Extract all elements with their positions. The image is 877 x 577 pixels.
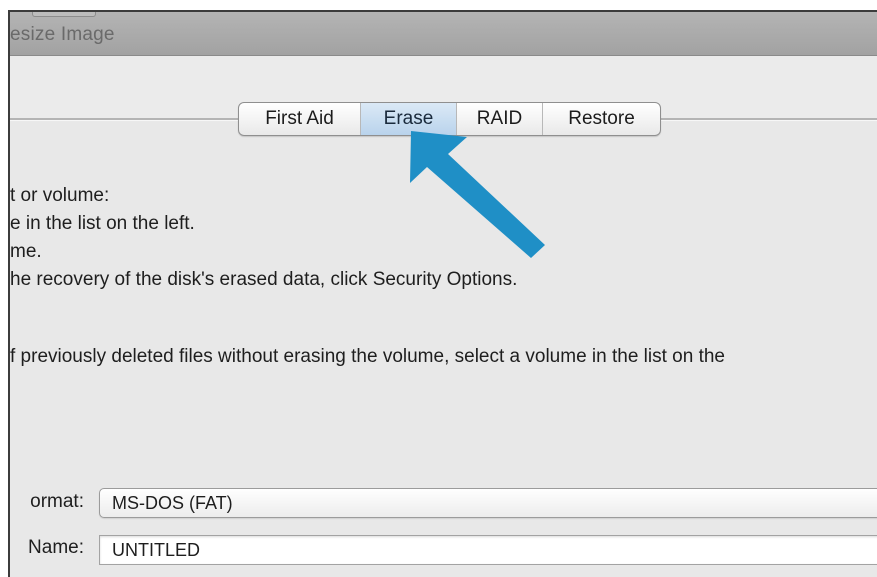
- instruction-line-3: me.: [10, 241, 42, 262]
- tab-raid[interactable]: RAID: [457, 103, 543, 135]
- tab-restore[interactable]: Restore: [543, 103, 660, 135]
- screenshot-frame: esize Image First Aid Erase RAID Restore…: [0, 0, 877, 577]
- erase-panel: t or volume: e in the list on the left. …: [10, 122, 877, 577]
- instruction-line-2: e in the list on the left.: [10, 213, 195, 234]
- instruction-line-5: f previously deleted files without erasi…: [10, 346, 725, 367]
- format-popup[interactable]: MS-DOS (FAT): [99, 488, 877, 518]
- disk-utility-window: esize Image First Aid Erase RAID Restore…: [8, 10, 877, 577]
- tab-first-aid[interactable]: First Aid: [239, 103, 361, 135]
- name-field[interactable]: UNTITLED: [99, 535, 877, 565]
- instruction-line-4: he recovery of the disk's erased data, c…: [10, 269, 518, 290]
- instruction-line-1: t or volume:: [10, 185, 110, 206]
- name-label: Name:: [28, 537, 84, 558]
- tab-bar: First Aid Erase RAID Restore: [238, 102, 661, 136]
- tab-erase[interactable]: Erase: [361, 103, 457, 135]
- window-title: esize Image: [10, 24, 115, 45]
- format-label: ormat:: [30, 491, 84, 512]
- title-bar: esize Image: [10, 12, 877, 56]
- toolbar-button-stub[interactable]: [32, 12, 96, 17]
